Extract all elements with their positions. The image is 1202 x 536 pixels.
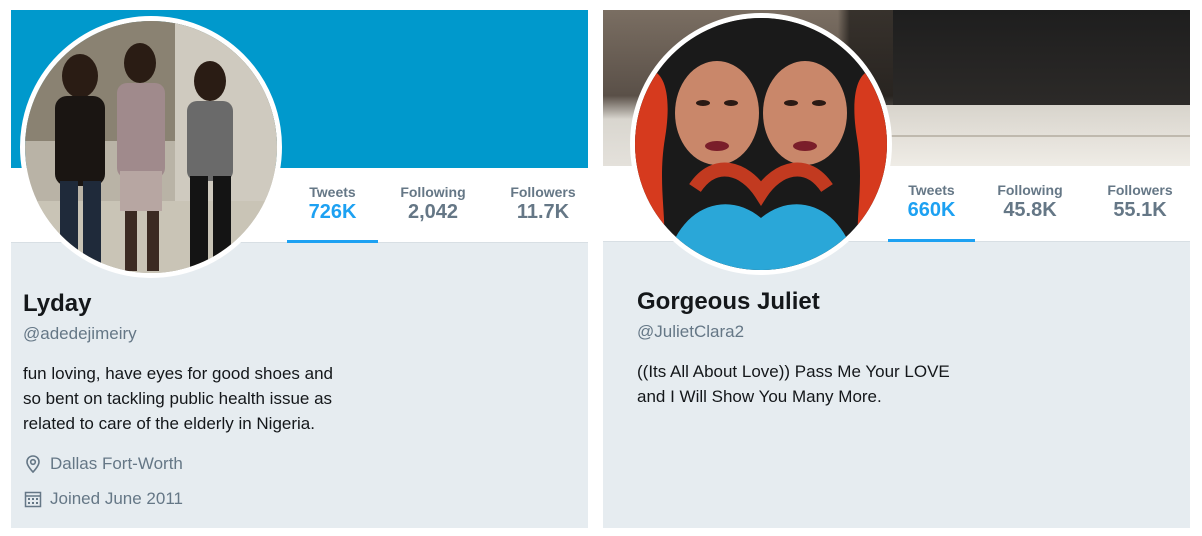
stat-tweets[interactable]: Tweets 726K — [287, 168, 378, 243]
stat-value: 726K — [308, 201, 357, 223]
bio-line: related to care of the elderly in Nigeri… — [23, 414, 315, 433]
stat-tweets[interactable]: Tweets 660K — [888, 166, 975, 242]
profile-avatar[interactable] — [20, 16, 282, 278]
bio-line: so bent on tackling public health issue … — [23, 389, 333, 408]
bio-line: ((Its All About Love)) Pass Me Your LOVE — [637, 362, 950, 381]
stat-label: Following — [400, 184, 466, 200]
calendar-icon — [23, 489, 43, 509]
map-pin-icon — [23, 454, 43, 474]
stat-label: Followers — [510, 184, 576, 200]
profile-joined: Joined June 2011 — [23, 489, 183, 509]
profile-name[interactable]: Lyday — [23, 290, 91, 318]
location-text: Dallas Fort-Worth — [50, 454, 183, 473]
stat-label: Tweets — [908, 182, 955, 198]
profile-location: Dallas Fort-Worth — [23, 454, 183, 474]
stat-value: 11.7K — [516, 201, 570, 223]
profile-bio: ((Its All About Love)) Pass Me Your LOVE… — [637, 359, 1017, 409]
stat-value: 45.8K — [1003, 199, 1057, 221]
profile-card-juliet: Tweets 660K Following 45.8K Followers 55… — [603, 10, 1190, 528]
profile-name[interactable]: Gorgeous Juliet — [637, 288, 820, 316]
profile-avatar[interactable] — [630, 13, 892, 275]
bio-line: fun loving, have eyes for good shoes and — [23, 364, 333, 383]
stat-value: 660K — [907, 199, 956, 221]
bio-line: and I Will Show You Many More. — [637, 387, 882, 406]
stat-label: Following — [997, 182, 1063, 198]
avatar-photo — [635, 18, 887, 270]
stat-value: 55.1K — [1113, 199, 1167, 221]
profile-handle[interactable]: @JulietClara2 — [637, 322, 744, 342]
profile-card-lyday: Tweets 726K Following 2,042 Followers 11… — [11, 10, 588, 528]
stat-label: Tweets — [309, 184, 356, 200]
profile-handle[interactable]: @adedejimeiry — [23, 324, 137, 344]
stat-following[interactable]: Following 2,042 — [389, 168, 477, 242]
stat-value: 2,042 — [407, 201, 459, 223]
stat-label: Followers — [1107, 182, 1173, 198]
stat-following[interactable]: Following 45.8K — [986, 166, 1074, 241]
banner-photo-dark — [893, 10, 1190, 105]
profile-bio: fun loving, have eyes for good shoes and… — [23, 361, 383, 436]
stat-followers[interactable]: Followers 11.7K — [498, 168, 588, 242]
stat-followers[interactable]: Followers 55.1K — [1095, 166, 1185, 241]
joined-text: Joined June 2011 — [50, 489, 183, 508]
banner-photo-shelf — [883, 105, 1190, 166]
avatar-photo — [25, 21, 277, 273]
